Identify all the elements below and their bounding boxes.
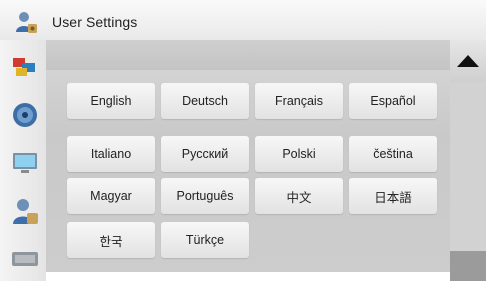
panel-bottom-edge [46,272,450,281]
language-button-polski[interactable]: Polski [255,136,343,172]
scroll-up-button[interactable] [450,40,486,82]
language-button-turkce[interactable]: Türkçe [161,222,249,258]
language-button-italiano[interactable]: Italiano [67,136,155,172]
user-settings-screen: User Settings English Deutsch Français E… [0,0,486,281]
user-settings-icon[interactable] [10,196,40,226]
scroll-thumb[interactable] [450,251,486,281]
language-button-espanol[interactable]: Español [349,83,437,119]
triangle-up-icon [457,55,479,67]
user-settings-icon [16,12,37,33]
language-button-portugues[interactable]: Português [161,178,249,214]
language-button-deutsch[interactable]: Deutsch [161,83,249,119]
scrollbar[interactable] [450,40,486,281]
panel-header-strip [46,40,450,70]
language-button-magyar[interactable]: Magyar [67,178,155,214]
disc-icon[interactable] [10,100,40,130]
language-button-korean[interactable]: 한국 [67,222,155,258]
language-button-cestina[interactable]: čeština [349,136,437,172]
language-button-russian[interactable]: Русский [161,136,249,172]
language-button-chinese[interactable]: 中文 [255,178,343,214]
language-button-english[interactable]: English [67,83,155,119]
keyboard-icon[interactable] [10,244,40,274]
settings-sidebar [0,40,46,281]
monitor-icon[interactable] [10,148,40,178]
title-bar: User Settings [0,0,486,41]
flags-icon[interactable] [10,52,40,82]
language-button-francais[interactable]: Français [255,83,343,119]
language-button-japanese[interactable]: 日本語 [349,178,437,214]
window-title: User Settings [52,14,138,30]
